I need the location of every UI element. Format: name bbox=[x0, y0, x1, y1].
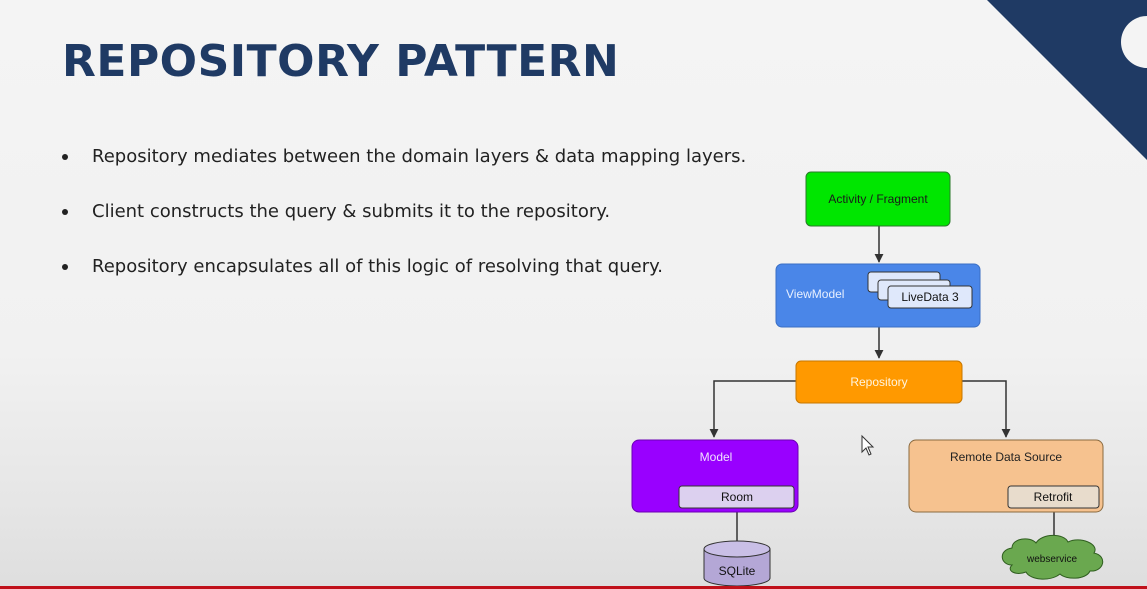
webservice-cloud-icon: webservice bbox=[1001, 534, 1104, 580]
model-box: Model Room bbox=[631, 439, 799, 513]
viewmodel-label: ViewModel bbox=[786, 287, 844, 301]
architecture-diagram: Activity / Fragment ViewModel LiveData 3… bbox=[631, 171, 1104, 587]
remote-data-source-label: Remote Data Source bbox=[950, 450, 1062, 464]
livedata-label: LiveData 3 bbox=[901, 290, 959, 304]
room-label: Room bbox=[721, 490, 753, 504]
sqlite-database-icon: SQLite bbox=[703, 540, 771, 587]
repository-box: Repository bbox=[795, 360, 963, 404]
repository-label: Repository bbox=[850, 375, 907, 389]
mouse-cursor-icon bbox=[861, 434, 875, 456]
webservice-label: webservice bbox=[1026, 554, 1077, 565]
activity-fragment-box: Activity / Fragment bbox=[805, 171, 951, 227]
viewmodel-box: ViewModel LiveData 3 bbox=[775, 263, 981, 328]
remote-data-source-box: Remote Data Source Retrofit bbox=[908, 439, 1104, 513]
retrofit-label: Retrofit bbox=[1034, 490, 1073, 504]
model-label: Model bbox=[700, 450, 733, 464]
sqlite-label: SQLite bbox=[719, 564, 756, 578]
activity-fragment-label: Activity / Fragment bbox=[828, 192, 928, 206]
